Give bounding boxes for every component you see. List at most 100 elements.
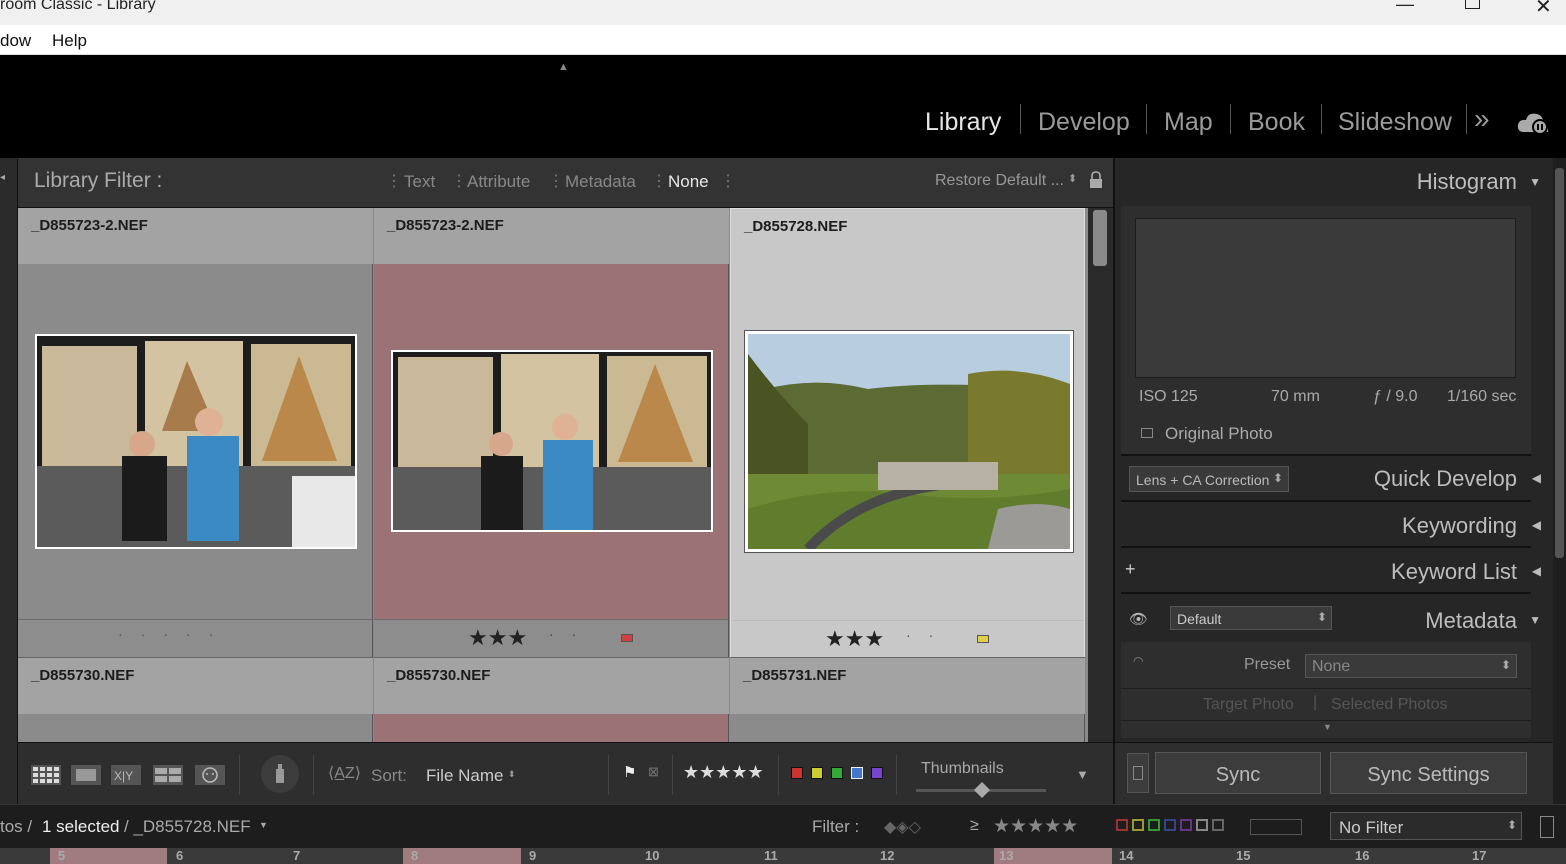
kind-filter-icons[interactable]: [1250, 819, 1302, 835]
rating-stars-toolbar[interactable]: ★★★★★: [683, 762, 764, 783]
loupe-view-icon[interactable]: [71, 765, 101, 785]
filter-green-swatch[interactable]: [1148, 819, 1160, 831]
filmstrip-cell[interactable]: [403, 848, 521, 864]
histogram-collapse-icon[interactable]: ▼: [1529, 175, 1541, 189]
add-keyword-icon[interactable]: +: [1125, 559, 1136, 580]
auto-sync-toggle[interactable]: [1127, 753, 1149, 793]
left-panel-arrow-icon[interactable]: ◂: [0, 172, 5, 183]
keyword-list-expand-icon[interactable]: ◀: [1532, 564, 1541, 578]
left-panel-collapsed[interactable]: ◂: [0, 158, 18, 804]
color-label-red-button[interactable]: [791, 767, 803, 779]
rating-operator[interactable]: ≥: [970, 817, 979, 835]
rating-stars[interactable]: ★★★: [825, 626, 884, 652]
module-slideshow[interactable]: Slideshow: [1338, 108, 1452, 137]
filter-tab-metadata[interactable]: Metadata: [565, 172, 636, 192]
filter-red-swatch[interactable]: [1116, 819, 1128, 831]
minimize-icon[interactable]: —: [1396, 0, 1414, 15]
menu-window[interactable]: dow: [0, 31, 31, 51]
filter-purple-swatch[interactable]: [1180, 819, 1192, 831]
close-icon[interactable]: ✕: [1535, 0, 1552, 19]
survey-view-icon[interactable]: [153, 765, 183, 785]
filter-preset-arrows-icon[interactable]: ⬍: [1068, 172, 1077, 185]
filter-tab-text[interactable]: Text: [404, 172, 435, 192]
metadata-collapse-icon[interactable]: ▼: [1529, 613, 1541, 627]
eye-icon[interactable]: 👁: [1129, 610, 1148, 628]
photo-thumbnail[interactable]: [391, 350, 713, 532]
current-file-name[interactable]: / _D855728.NEF: [124, 817, 251, 837]
module-book[interactable]: Book: [1248, 108, 1305, 137]
keyword-list-title[interactable]: Keyword List: [1391, 559, 1517, 585]
rating-dots[interactable]: ··: [549, 626, 594, 642]
original-photo-checkbox[interactable]: [1141, 428, 1153, 438]
compare-view-icon[interactable]: X|Y: [111, 765, 141, 785]
histogram-graph[interactable]: [1135, 218, 1516, 378]
color-label-green-button[interactable]: [831, 767, 843, 779]
scrollbar-thumb[interactable]: [1555, 168, 1564, 558]
file-menu-arrow-icon[interactable]: ▼: [259, 820, 268, 830]
rating-dots[interactable]: ··: [906, 627, 951, 643]
module-library[interactable]: Library: [925, 108, 1001, 137]
module-develop[interactable]: Develop: [1038, 108, 1130, 137]
menu-help[interactable]: Help: [52, 31, 87, 51]
sort-direction-icon[interactable]: ⟨A̲Z⟩: [328, 763, 361, 783]
filter-tab-none[interactable]: None: [668, 172, 709, 192]
module-map[interactable]: Map: [1164, 108, 1213, 137]
grid-cell[interactable]: _D855731.NEF: [730, 657, 1085, 742]
filter-custom-swatch[interactable]: [1196, 819, 1208, 831]
people-view-icon[interactable]: [195, 765, 225, 785]
rating-dots[interactable]: ·····: [118, 626, 231, 642]
quick-develop-title[interactable]: Quick Develop: [1374, 466, 1517, 492]
filter-none-swatch[interactable]: [1212, 819, 1224, 831]
filmstrip-cell[interactable]: [50, 848, 167, 864]
sync-button[interactable]: Sync: [1155, 752, 1321, 794]
thumbnail-size-slider-thumb[interactable]: [974, 782, 990, 798]
flag-pick-icon[interactable]: ⚑: [623, 763, 636, 781]
filter-preset-select[interactable]: Restore Default ...: [935, 172, 1064, 190]
photo-thumbnail[interactable]: [35, 334, 357, 549]
target-photo-toggle[interactable]: Target Photo: [1203, 696, 1294, 714]
maximize-icon[interactable]: [1465, 0, 1480, 9]
lock-icon[interactable]: [1089, 171, 1103, 189]
sync-settings-button[interactable]: Sync Settings: [1330, 752, 1527, 794]
filter-tab-attribute[interactable]: Attribute: [467, 172, 530, 192]
more-modules-icon[interactable]: »: [1474, 103, 1490, 135]
flag-filter-icons[interactable]: ◆◈◇: [884, 817, 921, 837]
filmstrip-filter-toggle-icon[interactable]: [1540, 816, 1554, 838]
collapse-top-panel-icon[interactable]: ▲: [558, 61, 569, 73]
metadata-title[interactable]: Metadata: [1425, 608, 1517, 634]
keywording-expand-icon[interactable]: ◀: [1532, 518, 1541, 532]
color-label-red[interactable]: [621, 634, 633, 642]
grid-cell[interactable]: _D855730.NEF: [18, 657, 373, 742]
color-filter-swatches[interactable]: [1116, 819, 1226, 835]
rating-stars[interactable]: ★★★: [468, 625, 527, 651]
color-label-purple-button[interactable]: [871, 767, 883, 779]
grid-cell[interactable]: _D855723-2.NEF ·····: [18, 208, 373, 657]
histogram-title[interactable]: Histogram: [1417, 169, 1517, 195]
grid-cell[interactable]: _D855730.NEF: [374, 657, 729, 742]
color-label-yellow-button[interactable]: [811, 767, 823, 779]
quick-develop-expand-icon[interactable]: ◀: [1532, 471, 1541, 485]
sort-arrows-icon[interactable]: ⬍: [508, 769, 516, 780]
metadata-view-select[interactable]: Default ⬍: [1170, 606, 1332, 630]
cloud-sync-icon[interactable]: [1516, 110, 1552, 136]
color-label-yellow[interactable]: [977, 635, 989, 643]
grid-view-icon[interactable]: [31, 765, 61, 785]
photo-thumbnail[interactable]: [744, 330, 1074, 553]
scrollbar-thumb[interactable]: [1093, 210, 1107, 266]
filter-blue-swatch[interactable]: [1164, 819, 1176, 831]
flag-reject-icon[interactable]: ⊠: [648, 764, 659, 780]
metadata-preset-select[interactable]: None ⬍: [1305, 654, 1517, 678]
sort-select[interactable]: File Name: [426, 766, 503, 786]
grid-cell-selected[interactable]: _D855728.NEF ★★★ ··: [730, 208, 1085, 658]
keywording-title[interactable]: Keywording: [1402, 513, 1517, 539]
selected-photos-toggle[interactable]: Selected Photos: [1331, 696, 1448, 714]
grid-cell[interactable]: _D855723-2.NEF ★★★ ··: [374, 208, 729, 657]
rating-filter-stars[interactable]: ★★★★★: [993, 815, 1078, 838]
quick-develop-preset-select[interactable]: Lens + CA Correction ⬍: [1129, 466, 1289, 492]
filter-yellow-swatch[interactable]: [1132, 819, 1144, 831]
toolbar-content-dropdown-icon[interactable]: ▼: [1076, 767, 1089, 782]
painter-button[interactable]: [261, 755, 299, 793]
grid-scrollbar[interactable]: [1088, 208, 1113, 742]
right-panel-scrollbar[interactable]: [1553, 158, 1566, 804]
panel-resize-icon[interactable]: ▼: [1323, 722, 1332, 732]
